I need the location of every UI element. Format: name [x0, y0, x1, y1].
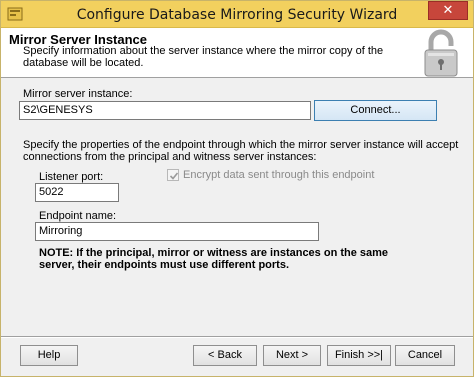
- listener-port-label: Listener port:: [39, 171, 104, 183]
- encrypt-checkbox[interactable]: [167, 169, 179, 181]
- window-title: Configure Database Mirroring Security Wi…: [76, 7, 398, 23]
- footer-divider-highlight: [1, 337, 473, 338]
- endpoint-description: Specify the properties of the endpoint t…: [23, 139, 459, 163]
- page-header: Mirror Server Instance Specify informati…: [1, 28, 473, 78]
- next-button[interactable]: Next >: [263, 345, 321, 366]
- wizard-window: Configure Database Mirroring Security Wi…: [0, 0, 474, 377]
- same-server-note: NOTE: If the principal, mirror or witnes…: [39, 247, 389, 271]
- endpoint-name-field[interactable]: Mirroring: [35, 222, 319, 241]
- endpoint-name-label: Endpoint name:: [39, 210, 117, 222]
- page-subtitle: Specify information about the server ins…: [23, 45, 384, 69]
- back-button[interactable]: < Back: [193, 345, 257, 366]
- cancel-button[interactable]: Cancel: [395, 345, 455, 366]
- help-button[interactable]: Help: [20, 345, 78, 366]
- connect-button[interactable]: Connect...: [314, 100, 437, 121]
- lock-icon: [419, 28, 463, 78]
- mirror-instance-field[interactable]: S2\GENESYS: [19, 101, 311, 120]
- mirror-instance-label: Mirror server instance:: [23, 88, 133, 100]
- checkmark-icon: [169, 172, 179, 180]
- listener-port-field[interactable]: 5022: [35, 183, 119, 202]
- wizard-content: Mirror server instance: S2\GENESYS Conne…: [1, 79, 473, 334]
- close-button[interactable]: ✕: [428, 1, 468, 20]
- title-bar[interactable]: Configure Database Mirroring Security Wi…: [1, 1, 473, 28]
- encrypt-label: Encrypt data sent through this endpoint: [183, 169, 375, 181]
- finish-button[interactable]: Finish >>|: [327, 345, 391, 366]
